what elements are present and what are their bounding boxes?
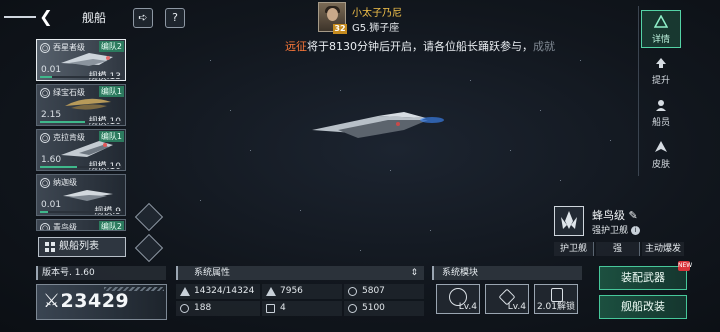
attribute-cargo: 4 xyxy=(262,301,342,316)
rocket-icon[interactable]: ➪ xyxy=(133,8,153,28)
attributes-header: 系统属性 ⇕ xyxy=(176,266,424,280)
module-slot[interactable]: Lv.4 xyxy=(485,284,529,314)
ship-value: 0.01 xyxy=(41,200,62,210)
attribute-value: 4 xyxy=(280,303,286,313)
module-slot[interactable]: 2.01解锁 xyxy=(534,284,578,314)
tab-skin[interactable]: 皮肤 xyxy=(641,136,681,174)
attribute-shield: 5807 xyxy=(344,284,424,299)
ship-type-icon: ○ xyxy=(40,223,50,231)
ship-card[interactable]: ○ 吞星者级 编队2 0.01 规模.13 xyxy=(36,39,126,82)
module-level: Lv.4 xyxy=(458,302,477,312)
refit-ship-button[interactable]: 舰船改装 xyxy=(599,295,687,319)
attribute-value: 7956 xyxy=(280,286,303,296)
shield-icon xyxy=(348,287,357,296)
class-name-text: 蜂鸟级 xyxy=(592,209,625,222)
ship-list-label: 舰船列表 xyxy=(59,241,99,252)
ship-value: 0.01 xyxy=(41,65,62,75)
right-tab-bar: 详情 提升 船员 皮肤 xyxy=(638,6,682,176)
ship-tag: 强 xyxy=(596,242,640,256)
ship-subtype: 强护卫舰 i xyxy=(592,223,640,236)
tab-details[interactable]: 详情 xyxy=(641,10,681,48)
speed-icon xyxy=(180,304,189,313)
attribute-value: 5100 xyxy=(362,303,385,313)
edit-icon[interactable]: ✎ xyxy=(629,209,638,222)
ship-list-button[interactable]: 舰船列表 xyxy=(38,237,126,257)
ship-class-icon xyxy=(554,206,584,236)
attributes-title: 系统属性 xyxy=(194,268,231,278)
header-line xyxy=(4,16,36,18)
ship-type-icon: ○ xyxy=(40,133,50,143)
skin-icon xyxy=(655,141,667,152)
module-slot[interactable]: Lv.4 xyxy=(436,284,480,314)
version-label: 版本号. 1.60 xyxy=(36,266,166,280)
subtype-text: 强护卫舰 xyxy=(592,226,629,236)
details-icon xyxy=(654,15,668,28)
tab-label: 详情 xyxy=(651,35,670,45)
announcement-tail: 成就 xyxy=(533,40,555,53)
ship-tag: 护卫舰 xyxy=(554,242,594,256)
ship-model xyxy=(312,112,444,138)
module-unlock-level: 2.01解锁 xyxy=(536,302,575,312)
sort-icon[interactable] xyxy=(134,233,164,263)
ship-name: 青鸟级 xyxy=(53,223,77,231)
info-icon[interactable]: i xyxy=(630,226,640,235)
back-arrow-icon[interactable]: ❮ xyxy=(38,8,54,26)
attribute-value: 14324/14324 xyxy=(194,286,255,296)
ship-tag: 主动爆发 xyxy=(642,242,684,256)
hull-icon xyxy=(180,287,190,296)
ship-type-icon: ○ xyxy=(40,178,50,188)
combat-power: ⚔23429 xyxy=(36,284,167,320)
power-value: ⚔23429 xyxy=(43,290,130,312)
module-level: Lv.4 xyxy=(507,302,526,312)
attribute-value: 5807 xyxy=(362,286,385,296)
sort-arrows-icon[interactable]: ⇕ xyxy=(410,266,418,280)
modules-header: 系统模块 xyxy=(432,266,582,280)
filter-icon[interactable] xyxy=(134,202,164,232)
new-badge: NEW xyxy=(678,261,693,271)
equip-weapon-button[interactable]: 装配武器 xyxy=(599,266,687,290)
tab-label: 船员 xyxy=(651,118,670,128)
announcement-text: 将于8130分钟后开启，请各位船长踊跃参与， xyxy=(307,40,533,53)
tab-upgrade[interactable]: 提升 xyxy=(641,52,681,90)
cargo-icon xyxy=(266,304,275,313)
tab-label: 皮肤 xyxy=(651,160,670,170)
ship-value: 1.60 xyxy=(41,155,62,165)
crew-icon xyxy=(656,100,666,111)
power-number: 23429 xyxy=(60,290,130,312)
player-name: 小太子乃尼 xyxy=(352,8,402,19)
attribute-hull: 14324/14324 xyxy=(176,284,260,299)
ship-type-icon: ○ xyxy=(40,43,50,53)
player-level: 32 xyxy=(333,24,347,34)
ship-thumbnail xyxy=(61,53,113,66)
attribute-value: 188 xyxy=(194,303,212,313)
player-location: G5.狮子座 xyxy=(352,23,400,34)
ship-card[interactable]: ○ 青鸟级 编队2 xyxy=(36,219,126,231)
energy-icon xyxy=(348,304,357,313)
ship-card[interactable]: ○ 绿宝石级 编队1 2.15 规模.10 xyxy=(36,84,126,127)
ship-thumbnail xyxy=(63,190,113,201)
help-icon[interactable]: ? xyxy=(165,8,185,28)
page-title: 舰船 xyxy=(82,11,107,25)
attribute-energy: 5100 xyxy=(344,301,424,316)
ship-type-icon: ○ xyxy=(40,88,50,98)
tab-label: 提升 xyxy=(651,76,670,86)
tab-crew[interactable]: 船员 xyxy=(641,94,681,132)
grid-icon xyxy=(45,242,55,252)
ship-value: 2.15 xyxy=(41,110,62,120)
attribute-speed: 188 xyxy=(176,301,260,316)
armor-icon xyxy=(266,287,276,296)
ship-card[interactable]: ○ 纳迦级 0.01 规模.9 xyxy=(36,174,126,217)
attribute-armor: 7956 xyxy=(262,284,342,299)
ship-thumbnail xyxy=(61,141,113,157)
upgrade-icon xyxy=(656,58,666,68)
ship-card[interactable]: ○ 克拉肯级 编队1 1.60 规模.10 xyxy=(36,129,126,172)
team-badge: 编队2 xyxy=(98,221,124,231)
announcement: 远征将于8130分钟后开启，请各位船长踊跃参与，成就 xyxy=(285,38,557,54)
announcement-highlight: 远征 xyxy=(285,40,307,53)
ship-thumbnail xyxy=(65,98,111,110)
ship-class-name: 蜂鸟级 ✎ xyxy=(592,207,638,223)
